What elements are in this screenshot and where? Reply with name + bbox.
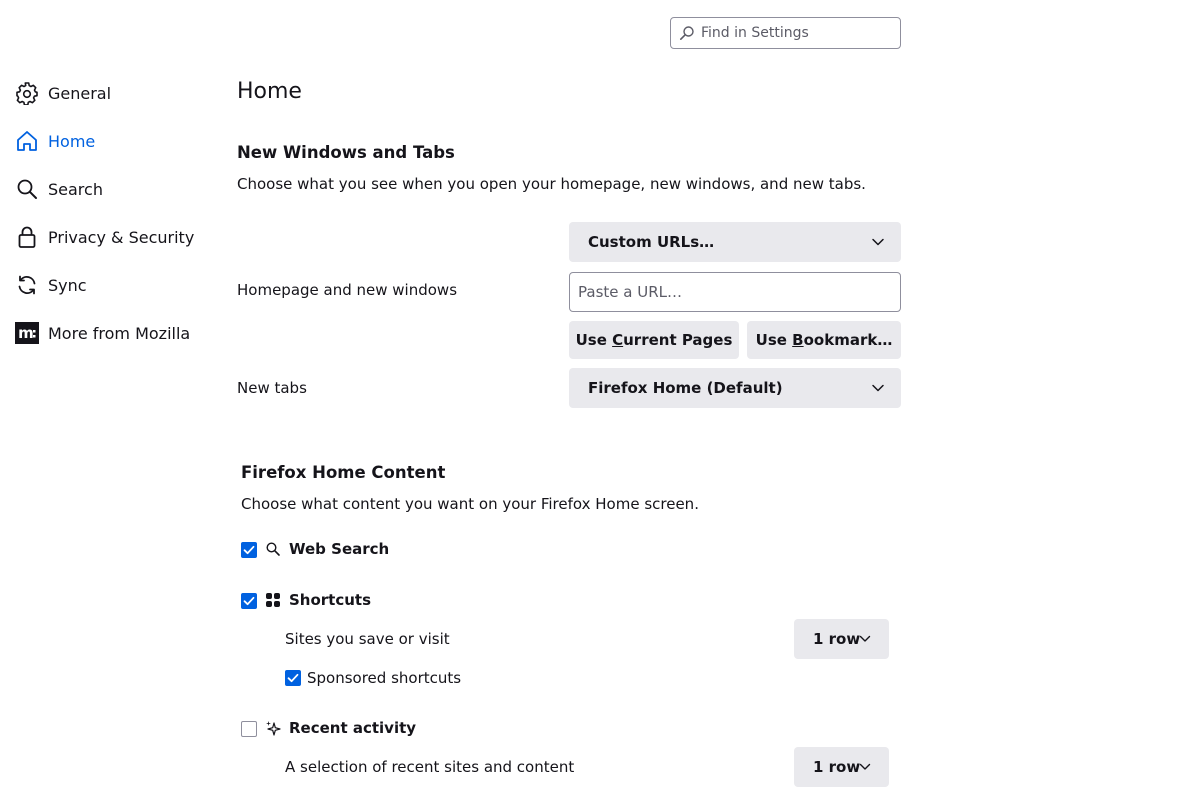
shortcuts-text: Shortcuts [289,591,372,609]
homepage-select[interactable]: Custom URLs… [569,222,901,262]
chevron-down-icon [872,384,884,392]
home-icon [15,129,39,153]
sidebar-item-more-from-mozilla[interactable]: m More from Mozilla [15,313,190,353]
chevron-down-icon [859,635,871,642]
shortcuts-rows-select[interactable]: 1 row [794,619,889,659]
new-tabs-select-value: Firefox Home (Default) [588,379,783,397]
search-icon [265,541,281,557]
mozilla-icon: m [15,321,39,345]
sidebar-item-label: General [48,83,112,103]
sidebar-item-privacy-security[interactable]: Privacy & Security [15,217,194,257]
recent-activity-text: Recent activity [289,719,417,737]
svg-text:m: m [18,324,34,342]
sidebar-item-label: Privacy & Security [48,227,195,247]
search-icon [15,177,39,201]
sidebar-item-general[interactable]: General [15,73,111,113]
sidebar-item-label: Search [48,179,103,199]
access-key: B [792,331,804,349]
sidebar-item-search[interactable]: Search [15,169,103,209]
sidebar-item-label: Sync [48,275,87,295]
shortcuts-grid-icon [265,592,281,608]
section-description-home-content: Choose what content you want on your Fir… [241,495,699,513]
checkmark-icon [243,596,255,606]
chevron-down-icon [872,238,884,246]
homepage-url-input[interactable] [569,272,901,312]
new-tabs-select[interactable]: Firefox Home (Default) [569,368,901,408]
recent-activity-checkbox[interactable] [241,721,257,737]
sidebar-item-label: Home [48,131,96,151]
shortcuts-sub-label: Sites you save or visit [285,630,450,648]
new-tabs-label: New tabs [237,379,307,397]
page-title: Home [237,79,302,104]
checkmark-icon [243,545,255,555]
recent-activity-rows-value: 1 row [813,758,861,776]
section-heading-new-windows: New Windows and Tabs [237,143,455,162]
sponsored-shortcuts-checkbox[interactable] [285,670,301,686]
web-search-label: Web Search [265,540,389,558]
recent-activity-label: Recent activity [265,719,416,737]
web-search-text: Web Search [289,540,390,558]
search-icon [679,26,694,40]
gear-icon [15,81,39,105]
settings-search-input[interactable] [701,25,891,41]
recent-activity-rows-select[interactable]: 1 row [794,747,889,787]
recent-activity-sub-label: A selection of recent sites and content [285,758,575,776]
sidebar-item-sync[interactable]: Sync [15,265,87,305]
sponsored-shortcuts-label: Sponsored shortcuts [307,669,462,687]
shortcuts-rows-value: 1 row [813,630,861,648]
access-key: C [612,331,624,349]
use-current-pages-button[interactable]: Use Current Pages [569,321,739,359]
lock-icon [15,225,39,249]
use-bookmark-button[interactable]: Use Bookmark… [747,321,901,359]
shortcuts-checkbox[interactable] [241,593,257,609]
homepage-select-value: Custom URLs… [588,233,715,251]
settings-search-box[interactable] [670,17,901,49]
web-search-checkbox[interactable] [241,542,257,558]
section-description-new-windows: Choose what you see when you open your h… [237,175,866,193]
section-heading-home-content: Firefox Home Content [241,463,446,482]
button-text: urrent Pages [623,331,733,349]
button-text: ookmark… [803,331,893,349]
sync-icon [15,273,39,297]
chevron-down-icon [859,763,871,770]
button-text: Use [575,331,613,349]
shortcuts-label: Shortcuts [265,591,371,609]
sparkle-icon [265,720,281,736]
sidebar-item-label: More from Mozilla [48,323,191,343]
sidebar-item-home[interactable]: Home [15,121,95,161]
button-text: Use [755,331,793,349]
homepage-label: Homepage and new windows [237,281,458,299]
checkmark-icon [287,673,299,683]
